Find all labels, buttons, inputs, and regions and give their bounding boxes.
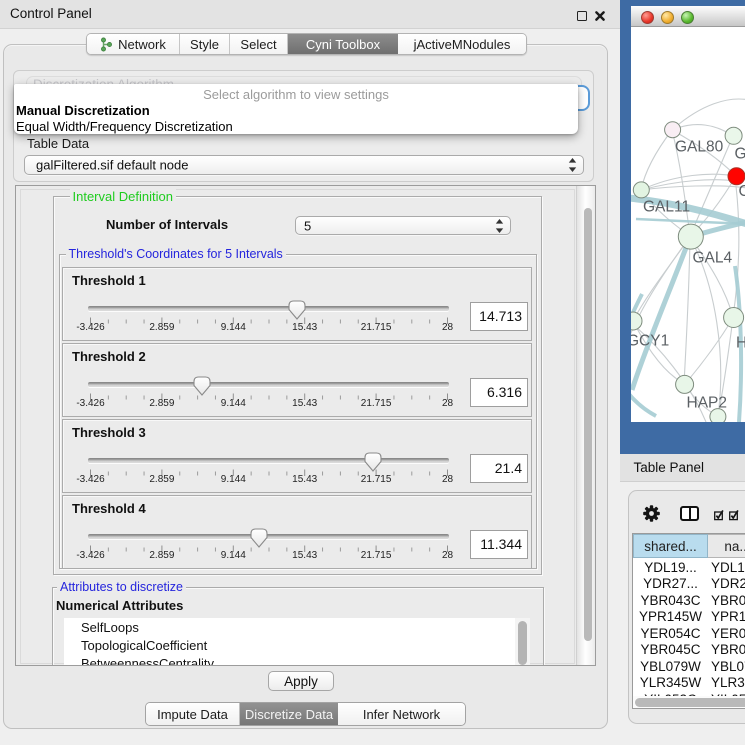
svg-text:GAL11: GAL11 [643,199,690,216]
svg-text:GCY1: GCY1 [631,333,669,350]
svg-text:HAP2: HAP2 [687,395,728,412]
svg-text:CDC1: CDC1 [739,183,745,200]
svg-text:HIS4: HIS4 [736,335,745,352]
svg-text:GAL4: GAL4 [693,250,733,267]
svg-text:GAL1: GAL1 [735,146,745,163]
svg-text:GAL80: GAL80 [675,139,724,156]
